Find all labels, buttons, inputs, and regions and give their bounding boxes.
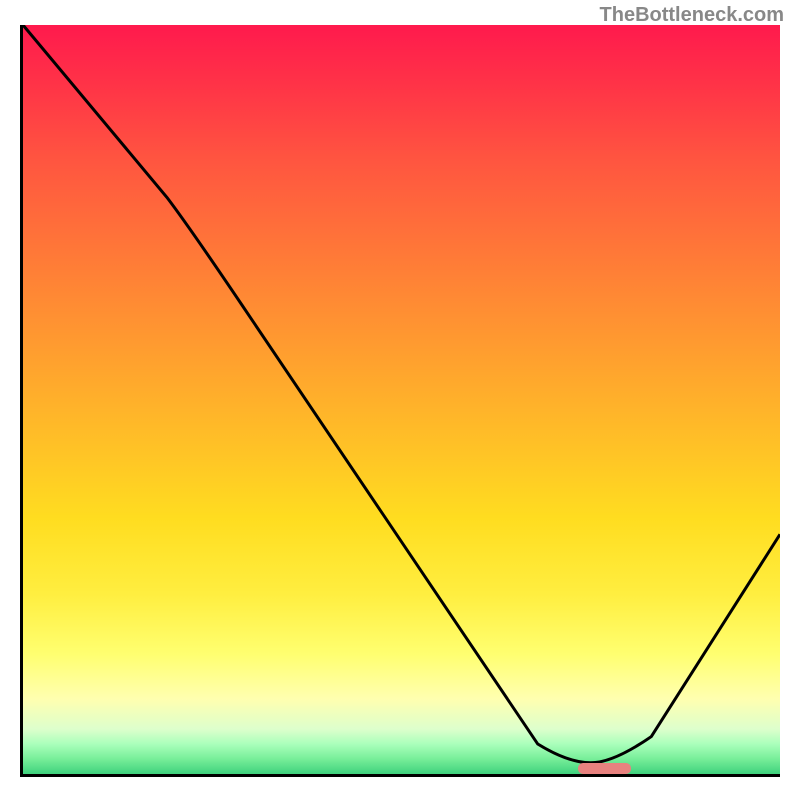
optimal-marker <box>578 763 631 774</box>
curve-line <box>23 25 780 774</box>
chart-area <box>20 25 780 777</box>
watermark-text: TheBottleneck.com <box>600 4 784 27</box>
